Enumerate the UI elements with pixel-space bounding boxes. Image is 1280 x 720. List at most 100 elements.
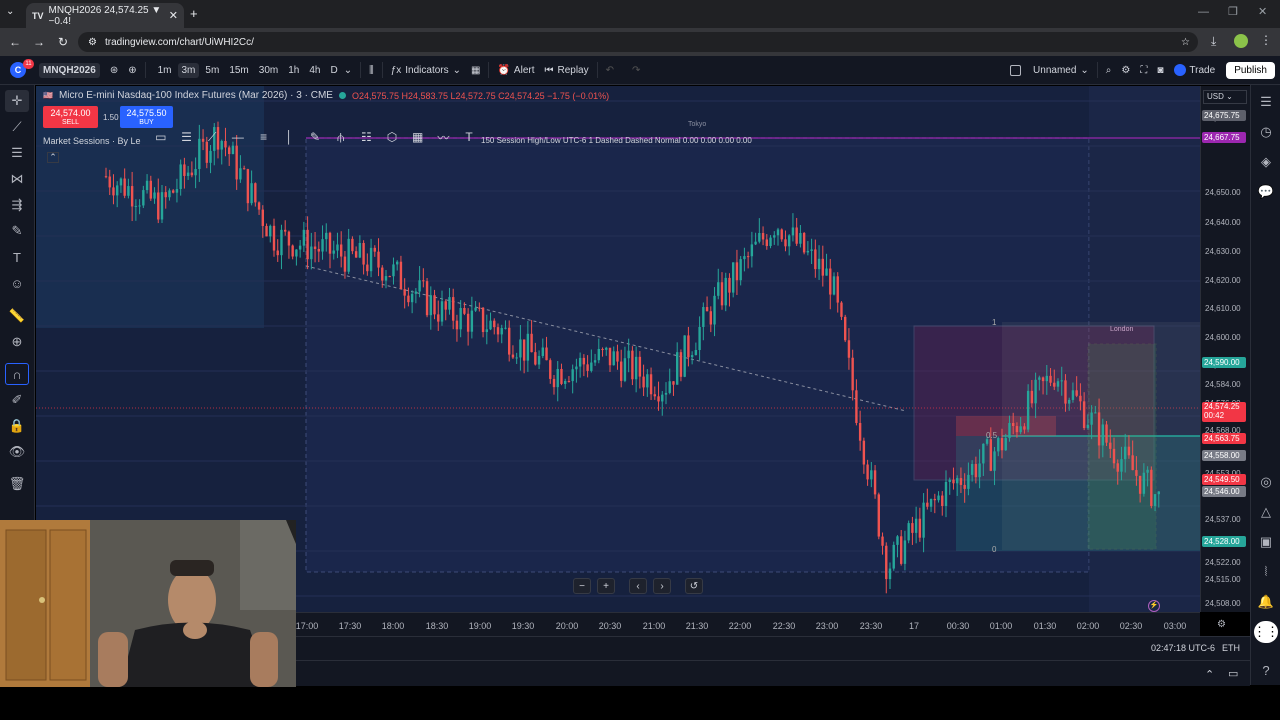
- interval-1m[interactable]: 1m: [154, 63, 176, 78]
- minimize-icon[interactable]: —: [1198, 6, 1209, 18]
- signals-icon[interactable]: ⦚: [1254, 561, 1278, 583]
- layout-dropdown-icon[interactable]: ⌄: [1080, 65, 1088, 76]
- time-axis-settings-icon[interactable]: ⚙: [1217, 619, 1226, 630]
- settings-gear-icon[interactable]: ⚙: [1121, 65, 1130, 76]
- horizontal-line-icon[interactable]: —: [227, 130, 249, 144]
- bookmark-star-icon[interactable]: ☆: [1181, 37, 1190, 48]
- browser-tab[interactable]: TV MNQH2026 24,574.25 ▼ −0.4! ✕: [26, 3, 184, 28]
- indicator-legend[interactable]: Market Sessions · By Le: [43, 136, 141, 146]
- notifications-bell-icon[interactable]: 🔔: [1254, 591, 1278, 613]
- text-tool-icon[interactable]: T: [458, 130, 480, 144]
- tab-list-icon[interactable]: ⌄: [6, 6, 14, 17]
- url-field[interactable]: ⚙ tradingview.com/chart/UiWHI2Cc/ ☆: [78, 32, 1198, 52]
- reload-icon[interactable]: ↻: [51, 30, 75, 54]
- lock-icon[interactable]: 🔒: [5, 415, 29, 437]
- grid-tool-icon[interactable]: ▦: [407, 130, 429, 144]
- publish-button[interactable]: Publish: [1226, 61, 1275, 79]
- object-tree-icon[interactable]: ◈: [1254, 151, 1278, 173]
- ruler-icon[interactable]: 📏: [5, 305, 29, 327]
- interval-3m[interactable]: 3m: [177, 62, 200, 78]
- download-icon[interactable]: ⤓: [1211, 34, 1216, 49]
- hide-drawings-icon[interactable]: 👁: [5, 441, 29, 463]
- position-tool-icon[interactable]: ☷: [356, 130, 378, 144]
- watch-symbol-icon[interactable]: ⊛: [110, 65, 118, 76]
- maximize-panel-icon[interactable]: ▭: [1228, 667, 1238, 680]
- interval-15m[interactable]: 15m: [225, 63, 252, 78]
- scroll-right-button[interactable]: ›: [653, 578, 671, 594]
- pen-tool-icon[interactable]: ✎: [304, 130, 326, 144]
- interval-dropdown-icon[interactable]: ⌄: [344, 65, 352, 76]
- target-icon[interactable]: ◎: [1254, 471, 1278, 493]
- interval-5m[interactable]: 5m: [201, 63, 223, 78]
- emoji-icon[interactable]: ☺: [5, 272, 29, 294]
- trade-button[interactable]: Trade: [1189, 65, 1215, 76]
- interval-d[interactable]: D: [326, 63, 341, 78]
- profile-avatar[interactable]: [1234, 34, 1248, 48]
- forward-icon[interactable]: →: [27, 30, 51, 54]
- symbol-search-button[interactable]: MNQH2026: [39, 62, 100, 78]
- interval-30m[interactable]: 30m: [255, 63, 282, 78]
- chart-type-icon[interactable]: ⫼: [369, 65, 374, 76]
- quick-search-icon[interactable]: ⌕: [1106, 65, 1112, 76]
- alert-button[interactable]: Alert: [514, 65, 535, 76]
- crosshair-icon[interactable]: ✛: [5, 90, 29, 112]
- legend-title[interactable]: Micro E-mini Nasdaq-100 Index Futures (M…: [59, 90, 333, 101]
- expand-panel-icon[interactable]: ⌃: [1205, 668, 1214, 681]
- brush-icon[interactable]: ✎: [5, 220, 29, 242]
- currency-selector[interactable]: USD ⌄: [1203, 90, 1247, 104]
- zoom-out-button[interactable]: −: [573, 578, 591, 594]
- stay-drawing-icon[interactable]: ✐: [5, 389, 29, 411]
- ideas-icon[interactable]: △: [1254, 501, 1278, 523]
- layout-name-button[interactable]: Unnamed: [1033, 65, 1076, 76]
- help-icon[interactable]: ?: [1254, 659, 1278, 681]
- vertical-line-icon[interactable]: │: [278, 130, 300, 144]
- browser-menu-icon[interactable]: ⋮: [1260, 33, 1272, 47]
- apps-grid-icon[interactable]: ⋮⋮: [1253, 621, 1279, 643]
- site-info-icon[interactable]: ⚙: [88, 37, 97, 48]
- lines-tool-icon[interactable]: ☰: [176, 130, 198, 144]
- fib-tools-icon[interactable]: ☰: [5, 142, 29, 164]
- rectangle-tool-icon[interactable]: ▭: [150, 130, 172, 144]
- trash-icon[interactable]: 🗑: [5, 473, 29, 495]
- watchlist-icon[interactable]: ☰: [1254, 91, 1278, 113]
- fullscreen-icon[interactable]: ⛶: [1140, 65, 1147, 76]
- patterns-icon[interactable]: ⋈: [5, 168, 29, 190]
- templates-icon[interactable]: ▦: [471, 65, 480, 76]
- replay-button[interactable]: Replay: [557, 65, 588, 76]
- price-axis[interactable]: USD ⌄ 24,670.0024,660.0024,650.0024,640.…: [1200, 86, 1250, 612]
- line-tool-icon[interactable]: ⟋: [201, 130, 223, 145]
- fib-tool-icon[interactable]: ≡: [253, 130, 275, 144]
- buy-button[interactable]: 24,575.50 BUY: [120, 106, 173, 128]
- undo-icon[interactable]: ↶: [606, 65, 614, 76]
- text-icon[interactable]: T: [5, 246, 29, 268]
- back-icon[interactable]: ←: [3, 30, 27, 54]
- maximize-icon[interactable]: ❐: [1228, 5, 1238, 18]
- shape-tool-icon[interactable]: ⬡: [381, 130, 403, 144]
- forecast-icon[interactable]: ⇶: [5, 194, 29, 216]
- zoom-in-button[interactable]: +: [597, 578, 615, 594]
- magnet-icon[interactable]: ∩: [5, 363, 29, 385]
- scroll-to-realtime-icon[interactable]: ⚡: [1148, 600, 1160, 612]
- trend-line-icon[interactable]: ⟋: [5, 116, 29, 138]
- scroll-left-button[interactable]: ‹: [629, 578, 647, 594]
- reset-chart-button[interactable]: ↺: [685, 578, 703, 594]
- session-type[interactable]: ETH: [1222, 643, 1240, 653]
- new-tab-icon[interactable]: +: [190, 6, 198, 21]
- alerts-clock-icon[interactable]: ◷: [1254, 121, 1278, 143]
- sell-button[interactable]: 24,574.00 SELL: [43, 106, 98, 128]
- indicators-dropdown-icon[interactable]: ⌄: [453, 65, 461, 76]
- calendar-icon[interactable]: ▣: [1254, 531, 1278, 553]
- close-tab-icon[interactable]: ✕: [169, 9, 178, 22]
- path-tool-icon[interactable]: 〰: [433, 129, 455, 146]
- clock[interactable]: 02:47:18 UTC-6: [1151, 643, 1215, 653]
- snapshot-camera-icon[interactable]: ◙: [1157, 65, 1163, 76]
- zoom-icon[interactable]: ⊕: [5, 331, 29, 353]
- chat-icon[interactable]: 💬: [1254, 181, 1278, 203]
- pitchfork-icon[interactable]: ⫛: [330, 130, 352, 145]
- interval-4h[interactable]: 4h: [305, 63, 324, 78]
- compare-symbol-icon[interactable]: ⊕: [128, 65, 136, 76]
- redo-icon[interactable]: ↷: [632, 65, 640, 76]
- close-window-icon[interactable]: ✕: [1258, 5, 1267, 18]
- indicators-button[interactable]: Indicators: [405, 65, 448, 76]
- interval-1h[interactable]: 1h: [284, 63, 303, 78]
